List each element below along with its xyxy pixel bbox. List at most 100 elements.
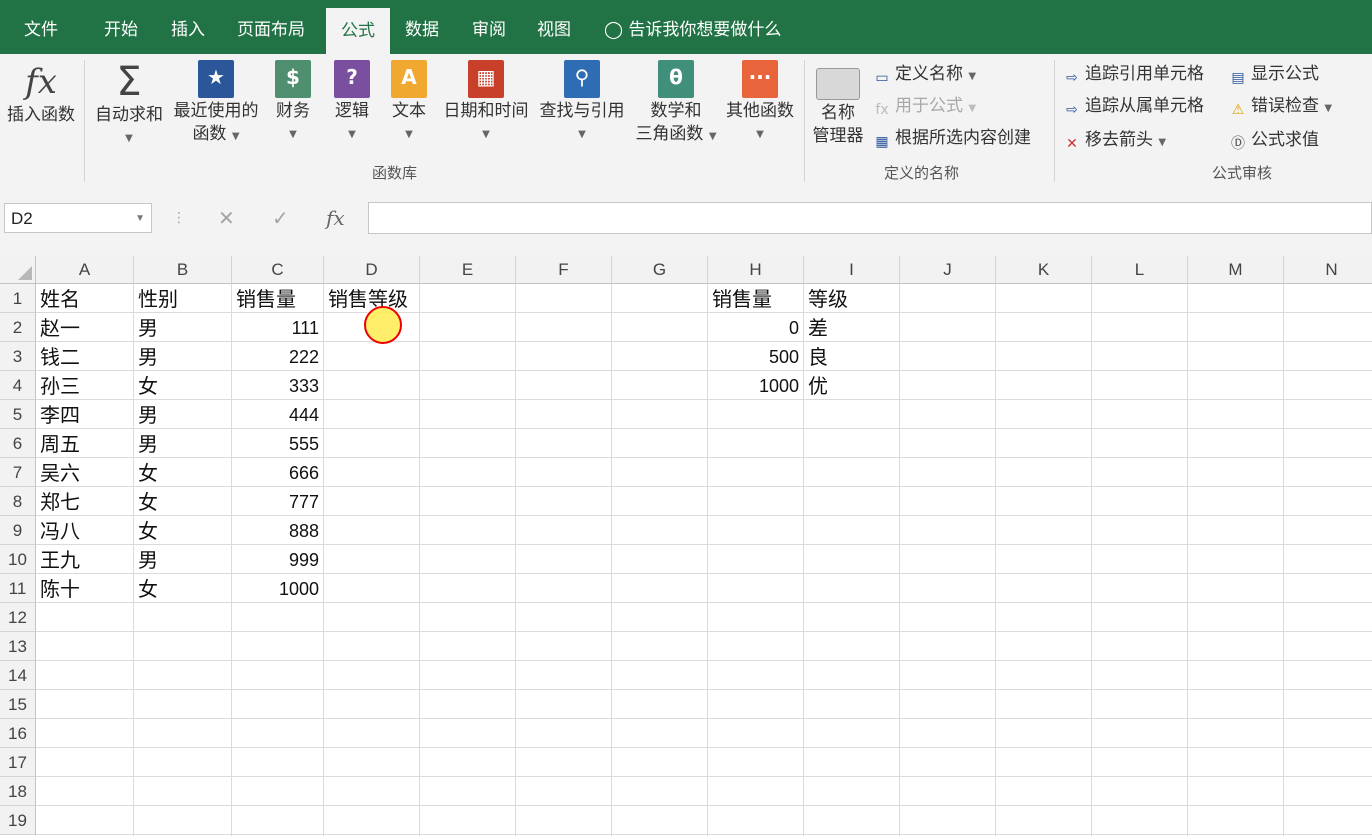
header-cell[interactable]: 销售等级 — [328, 284, 408, 313]
sales-cell[interactable]: 222 — [232, 342, 319, 371]
column-header-d[interactable]: D — [324, 256, 420, 284]
row-header-4[interactable]: 4 — [0, 371, 36, 400]
row-header-8[interactable]: 8 — [0, 487, 36, 516]
row-header-18[interactable]: 18 — [0, 777, 36, 806]
worksheet-grid[interactable]: ABCDEFGHIJKLMN 1 2 3 4 5 6 7 8 9 10 11 12 13 14 15 16 17… — [0, 256, 1372, 836]
gender-cell[interactable]: 男 — [138, 313, 158, 342]
column-header-j[interactable]: J — [900, 256, 996, 284]
insert-function-button[interactable]: fx 插入函数 — [2, 60, 80, 127]
row-header-16[interactable]: 16 — [0, 719, 36, 748]
gender-cell[interactable]: 女 — [138, 574, 158, 603]
lookup-reference-button[interactable]: ⚲ 查找与引用 ▼ — [536, 60, 628, 146]
trace-precedents-button[interactable]: ⇨ 追踪引用单元格 — [1062, 60, 1204, 88]
row-header-3[interactable]: 3 — [0, 342, 36, 371]
name-cell[interactable]: 周五 — [40, 429, 80, 458]
tab-data[interactable]: 数据 — [405, 0, 439, 54]
tab-view[interactable]: 视图 — [537, 0, 571, 54]
financial-button[interactable]: $ 财务 ▼ — [268, 60, 318, 146]
use-in-formula-button[interactable]: fx 用于公式 ▼ — [872, 92, 976, 120]
column-header-m[interactable]: M — [1188, 256, 1284, 284]
cancel-icon[interactable]: ✕ — [218, 203, 235, 233]
dropdown-caret-icon[interactable]: ▼ — [135, 204, 145, 234]
column-header-c[interactable]: C — [232, 256, 324, 284]
recently-used-button[interactable]: ★ 最近使用的 函数 ▼ — [170, 60, 262, 148]
row-header-14[interactable]: 14 — [0, 661, 36, 690]
name-cell[interactable]: 钱二 — [40, 342, 80, 371]
error-checking-button[interactable]: ⚠ 错误检查 ▼ — [1228, 92, 1332, 120]
name-cell[interactable]: 赵一 — [40, 313, 80, 342]
sales-cell[interactable]: 111 — [232, 313, 319, 342]
gender-cell[interactable]: 男 — [138, 400, 158, 429]
name-manager-button[interactable]: 名称 管理器 — [808, 68, 868, 148]
column-header-e[interactable]: E — [420, 256, 516, 284]
text-button[interactable]: A 文本 ▼ — [386, 60, 432, 146]
column-header-f[interactable]: F — [516, 256, 612, 284]
header-cell[interactable]: 性别 — [138, 284, 178, 313]
column-header-g[interactable]: G — [612, 256, 708, 284]
autosum-button[interactable]: Σ 自动求和 ▼ — [92, 60, 166, 150]
lookup-header-cell[interactable]: 销售量 — [712, 284, 772, 313]
row-header-7[interactable]: 7 — [0, 458, 36, 487]
row-header-10[interactable]: 10 — [0, 545, 36, 574]
row-header-15[interactable]: 15 — [0, 690, 36, 719]
row-header-12[interactable]: 12 — [0, 603, 36, 632]
header-cell[interactable]: 销售量 — [236, 284, 296, 313]
gender-cell[interactable]: 男 — [138, 545, 158, 574]
row-header-19[interactable]: 19 — [0, 806, 36, 835]
sales-cell[interactable]: 666 — [232, 458, 319, 487]
column-header-l[interactable]: L — [1092, 256, 1188, 284]
grade-cell[interactable]: 良 — [808, 342, 828, 371]
row-header-17[interactable]: 17 — [0, 748, 36, 777]
grade-cell[interactable]: 优 — [808, 371, 828, 400]
evaluate-formula-button[interactable]: Ⓓ 公式求值 — [1228, 126, 1319, 154]
threshold-cell[interactable]: 500 — [708, 342, 799, 371]
tell-me-box[interactable]: ◯ 告诉我你想要做什么 — [604, 0, 781, 54]
name-cell[interactable]: 冯八 — [40, 516, 80, 545]
sales-cell[interactable]: 888 — [232, 516, 319, 545]
row-header-6[interactable]: 6 — [0, 429, 36, 458]
trace-dependents-button[interactable]: ⇨ 追踪从属单元格 — [1062, 92, 1204, 120]
create-from-selection-button[interactable]: ▦ 根据所选内容创建 — [872, 124, 1031, 152]
sales-cell[interactable]: 777 — [232, 487, 319, 516]
gender-cell[interactable]: 男 — [138, 429, 158, 458]
gender-cell[interactable]: 女 — [138, 371, 158, 400]
gender-cell[interactable]: 女 — [138, 487, 158, 516]
sales-cell[interactable]: 999 — [232, 545, 319, 574]
gender-cell[interactable]: 男 — [138, 342, 158, 371]
grade-cell[interactable]: 差 — [808, 313, 828, 342]
lookup-header-cell[interactable]: 等级 — [808, 284, 848, 313]
logical-button[interactable]: ? 逻辑 ▼ — [328, 60, 376, 146]
select-all-button[interactable] — [0, 256, 36, 284]
date-time-button[interactable]: ▦ 日期和时间 ▼ — [440, 60, 532, 146]
name-box[interactable]: D2 ▼ — [4, 203, 152, 233]
threshold-cell[interactable]: 1000 — [708, 371, 799, 400]
column-header-h[interactable]: H — [708, 256, 804, 284]
sales-cell[interactable]: 1000 — [232, 574, 319, 603]
tab-home[interactable]: 开始 — [104, 0, 138, 54]
sales-cell[interactable]: 333 — [232, 371, 319, 400]
header-cell[interactable]: 姓名 — [40, 284, 80, 313]
row-header-5[interactable]: 5 — [0, 400, 36, 429]
column-header-i[interactable]: I — [804, 256, 900, 284]
more-functions-button[interactable]: ··· 其他函数 ▼ — [722, 60, 798, 146]
gender-cell[interactable]: 女 — [138, 458, 158, 487]
name-cell[interactable]: 郑七 — [40, 487, 80, 516]
name-cell[interactable]: 王九 — [40, 545, 80, 574]
show-formulas-button[interactable]: ▤ 显示公式 — [1228, 60, 1319, 88]
row-header-2[interactable]: 2 — [0, 313, 36, 342]
gender-cell[interactable]: 女 — [138, 516, 158, 545]
row-header-11[interactable]: 11 — [0, 574, 36, 603]
formula-input[interactable] — [368, 202, 1372, 234]
remove-arrows-button[interactable]: ✕ 移去箭头 ▼ — [1062, 126, 1166, 154]
name-cell[interactable]: 孙三 — [40, 371, 80, 400]
threshold-cell[interactable]: 0 — [708, 313, 799, 342]
row-header-9[interactable]: 9 — [0, 516, 36, 545]
tab-file[interactable]: 文件 — [24, 0, 58, 54]
enter-check-icon[interactable]: ✓ — [272, 203, 289, 233]
column-header-a[interactable]: A — [36, 256, 134, 284]
tab-formulas[interactable]: 公式 — [326, 8, 390, 54]
tab-insert[interactable]: 插入 — [171, 0, 205, 54]
row-header-13[interactable]: 13 — [0, 632, 36, 661]
define-name-button[interactable]: ▭ 定义名称 ▼ — [872, 60, 976, 88]
column-header-n[interactable]: N — [1284, 256, 1372, 284]
